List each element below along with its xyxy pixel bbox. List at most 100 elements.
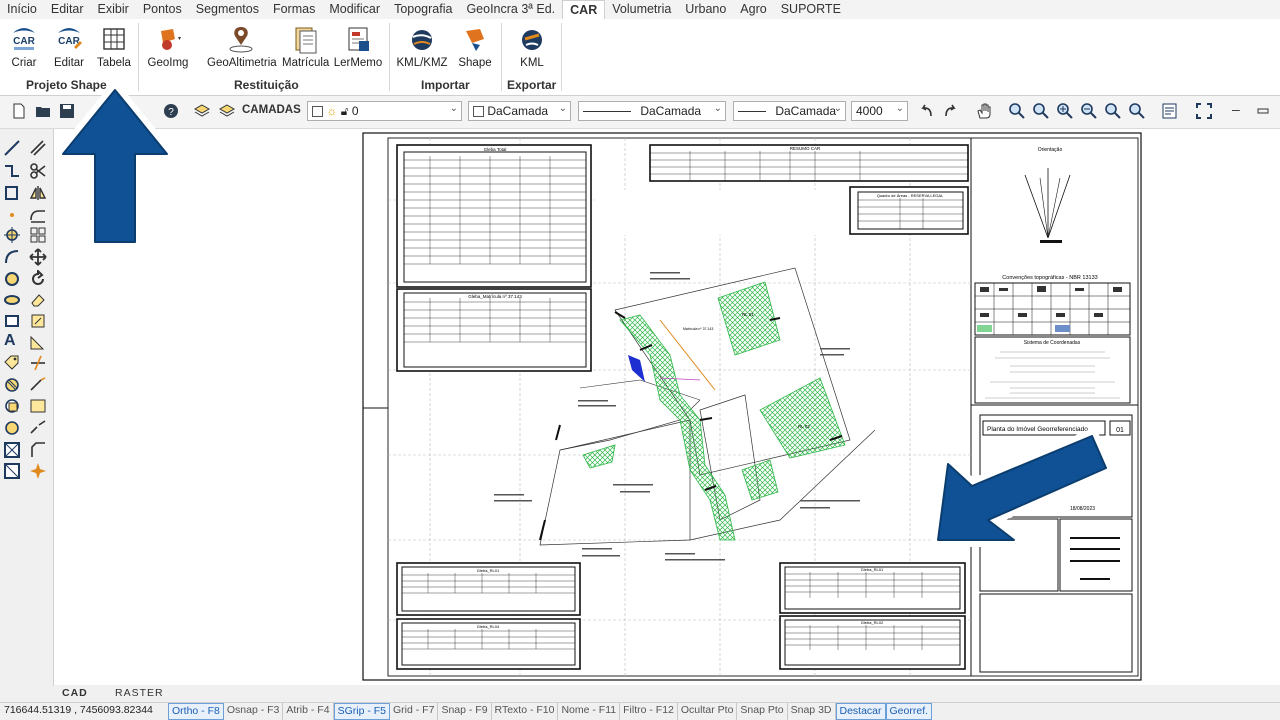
editar-button[interactable]: CAR Editar bbox=[52, 25, 86, 69]
tabela-button[interactable]: Tabela bbox=[96, 25, 132, 69]
menu-item[interactable]: Modificar bbox=[322, 0, 387, 19]
kmlkmz-button[interactable]: KML/KMZ bbox=[396, 25, 448, 69]
criar-button[interactable]: CAR Criar bbox=[8, 25, 40, 69]
zoom-in-icon[interactable] bbox=[1056, 102, 1074, 120]
new-file-icon[interactable] bbox=[10, 102, 28, 120]
linetype-preview bbox=[583, 111, 631, 113]
status-toggle[interactable]: Osnap - F3 bbox=[224, 703, 284, 720]
extend-icon[interactable] bbox=[29, 376, 47, 394]
explode-icon[interactable] bbox=[29, 397, 47, 415]
matricula-button[interactable]: Matrícula bbox=[282, 25, 329, 69]
tab-cad[interactable]: CAD bbox=[62, 687, 88, 699]
drawing-sheet[interactable]: Gleba Total Gleba_Matrícula nº 37.143 RE… bbox=[54, 129, 1280, 685]
status-toggle[interactable]: Snap - F9 bbox=[438, 703, 492, 720]
status-toggle[interactable]: Georref. bbox=[885, 703, 933, 720]
chevron-down-icon: ⌄ bbox=[833, 103, 842, 114]
open-folder-icon[interactable] bbox=[34, 102, 52, 120]
line-tool-icon[interactable] bbox=[3, 139, 21, 157]
menu-item[interactable]: SUPORTE bbox=[774, 0, 848, 19]
menu-item[interactable]: CAR bbox=[562, 0, 606, 20]
menu-item[interactable]: Urbano bbox=[678, 0, 733, 19]
boundary-icon[interactable] bbox=[3, 441, 21, 459]
trim-icon[interactable] bbox=[29, 354, 47, 372]
menu-item[interactable]: Início bbox=[0, 0, 44, 19]
coordinate-point-icon[interactable] bbox=[3, 226, 21, 244]
move-icon[interactable] bbox=[29, 248, 47, 266]
menu-item[interactable]: Formas bbox=[266, 0, 322, 19]
menu-item[interactable]: Topografia bbox=[387, 0, 459, 19]
status-toggle[interactable]: Ocultar Pto bbox=[678, 703, 738, 720]
status-toggle[interactable]: Filtro - F12 bbox=[620, 703, 678, 720]
properties-icon[interactable] bbox=[1161, 102, 1179, 120]
kml-export-button[interactable]: KML bbox=[515, 25, 549, 69]
polyline-icon[interactable] bbox=[3, 162, 21, 180]
rectangle-tool-icon[interactable] bbox=[3, 184, 21, 202]
layers-manager-icon[interactable] bbox=[218, 102, 236, 120]
mirror-icon[interactable] bbox=[29, 184, 47, 202]
menu-item[interactable]: Exibir bbox=[91, 0, 136, 19]
drawing-canvas[interactable]: Gleba Total Gleba_Matrícula nº 37.143 RE… bbox=[54, 129, 1280, 685]
parallel-line-icon[interactable] bbox=[29, 139, 47, 157]
menu-item[interactable]: Pontos bbox=[136, 0, 189, 19]
minimize-icon[interactable]: – bbox=[1232, 101, 1240, 117]
status-toggle[interactable]: Grid - F7 bbox=[390, 703, 439, 720]
scissors-icon[interactable] bbox=[29, 162, 47, 180]
shape-button[interactable]: Shape bbox=[456, 25, 494, 69]
pan-hand-icon[interactable] bbox=[975, 102, 993, 120]
geoaltimetria-button[interactable]: GeoAltimetria bbox=[207, 25, 277, 69]
restore-window-icon[interactable] bbox=[1254, 102, 1272, 120]
offset-icon[interactable] bbox=[29, 206, 47, 224]
fullscreen-icon[interactable] bbox=[1195, 102, 1213, 120]
layers-icon[interactable] bbox=[193, 102, 211, 120]
geoimg-button[interactable]: GeoImg bbox=[145, 25, 191, 69]
menu-item[interactable]: Agro bbox=[733, 0, 773, 19]
block-icon[interactable] bbox=[3, 397, 21, 415]
arc-tool-icon[interactable] bbox=[3, 248, 21, 266]
circle-tool-icon[interactable] bbox=[3, 270, 21, 288]
hatch-icon[interactable] bbox=[3, 376, 21, 394]
color-select[interactable]: DaCamada ⌄ bbox=[468, 101, 571, 121]
lineweight-select[interactable]: DaCamada ⌄ bbox=[733, 101, 846, 121]
scale-select[interactable]: 4000 ⌄ bbox=[851, 101, 908, 121]
status-toggle[interactable]: SGrip - F5 bbox=[333, 703, 391, 720]
zoom-extents-icon[interactable] bbox=[1104, 102, 1122, 120]
menu-item[interactable]: Editar bbox=[44, 0, 91, 19]
zoom-window-icon[interactable] bbox=[1008, 102, 1026, 120]
redo-icon[interactable] bbox=[942, 102, 960, 120]
status-toggle[interactable]: RTexto - F10 bbox=[492, 703, 559, 720]
zoom-all-icon[interactable] bbox=[1128, 102, 1146, 120]
erase-icon[interactable] bbox=[29, 291, 47, 309]
chamfer-icon[interactable] bbox=[29, 441, 47, 459]
tab-raster[interactable]: RASTER bbox=[115, 687, 164, 699]
status-toggle[interactable]: Nome - F11 bbox=[558, 703, 621, 720]
zoom-out-icon[interactable] bbox=[1080, 102, 1098, 120]
stretch-icon[interactable] bbox=[29, 312, 47, 330]
standard-toolbar: ? CAMADAS ☼ 🔓︎ 0 ⌄ DaCamada ⌄ DaCamada ⌄… bbox=[0, 96, 1280, 129]
zoom-realtime-icon[interactable] bbox=[1032, 102, 1050, 120]
menu-item[interactable]: Segmentos bbox=[189, 0, 266, 19]
ellipse-tool-icon[interactable] bbox=[3, 291, 21, 309]
status-toggle[interactable]: Snap Pto bbox=[737, 703, 788, 720]
scale-tool-icon[interactable] bbox=[29, 333, 47, 351]
menu-item[interactable]: GeoIncra 3ª Ed. bbox=[459, 0, 562, 19]
undo-icon[interactable] bbox=[917, 102, 935, 120]
wipeout-icon[interactable] bbox=[3, 462, 21, 480]
region-icon[interactable] bbox=[3, 419, 21, 437]
status-toggle[interactable]: Destacar bbox=[835, 703, 886, 720]
point-tool-icon[interactable] bbox=[3, 206, 21, 224]
polygon-tool-icon[interactable] bbox=[3, 312, 21, 330]
text-tool-icon[interactable]: A bbox=[4, 332, 22, 350]
status-toggle[interactable]: Atrib - F4 bbox=[283, 703, 334, 720]
menu-item[interactable]: Volumetria bbox=[605, 0, 678, 19]
layer-select[interactable]: ☼ 🔓︎ 0 ⌄ bbox=[307, 101, 462, 121]
explode-star-icon[interactable] bbox=[29, 462, 47, 480]
array-icon[interactable] bbox=[29, 226, 47, 244]
linetype-select[interactable]: DaCamada ⌄ bbox=[578, 101, 726, 121]
break-icon[interactable] bbox=[29, 419, 47, 437]
status-toggle[interactable]: Snap 3D bbox=[788, 703, 836, 720]
tag-icon[interactable] bbox=[3, 354, 21, 372]
camadas-button[interactable]: CAMADAS bbox=[242, 104, 301, 116]
status-toggle[interactable]: Ortho - F8 bbox=[168, 703, 224, 720]
rotate-icon[interactable] bbox=[29, 270, 47, 288]
lermemo-button[interactable]: LerMemo bbox=[333, 25, 383, 69]
